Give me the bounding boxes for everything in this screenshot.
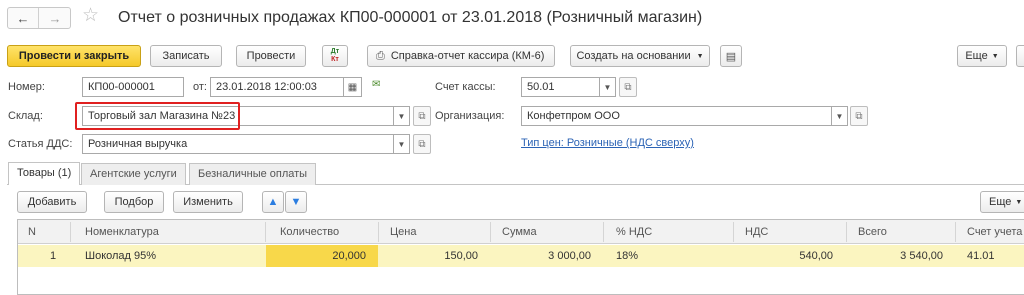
col-price-header: Цена: [390, 226, 417, 238]
printer-icon: ⎙: [376, 49, 385, 62]
chevron-down-icon[interactable]: ▼: [394, 106, 410, 126]
dt-icon-text: Дт: [330, 48, 340, 55]
row-account-cell[interactable]: 41.01: [967, 245, 995, 267]
select-items-button[interactable]: Подбор: [104, 191, 164, 213]
post-button[interactable]: Провести: [236, 45, 306, 67]
col-total-header: Всего: [858, 226, 887, 238]
col-vat-header: НДС: [745, 226, 769, 238]
table-more-button[interactable]: Еще ▼: [980, 191, 1024, 213]
warehouse-label: Склад:: [8, 110, 43, 122]
open-icon[interactable]: ⧉: [619, 77, 637, 97]
star-icon[interactable]: ☆: [82, 5, 99, 27]
structure-button[interactable]: ▤: [720, 45, 742, 67]
row-vat-rate-cell[interactable]: 18%: [616, 245, 638, 267]
cashier-report-button[interactable]: ⎙ Справка-отчет кассира (КМ-6): [367, 45, 555, 67]
create-based-on-button[interactable]: Создать на основании ▼: [570, 45, 710, 67]
cash-account-field[interactable]: 50.01: [521, 77, 600, 97]
kt-icon-text: Кт: [331, 56, 339, 63]
header-separator: [378, 222, 379, 242]
col-vat-rate-header: % НДС: [616, 226, 653, 238]
date-label: от:: [193, 81, 207, 93]
open-icon[interactable]: ⧉: [850, 106, 868, 126]
tab-agent-services[interactable]: Агентские услуги: [81, 163, 186, 185]
col-n-header: N: [28, 226, 36, 238]
table-more-label: Еще: [989, 196, 1012, 208]
cash-account-label: Счет кассы:: [435, 81, 496, 93]
row-n-cell: 1: [50, 250, 57, 262]
header-separator: [265, 222, 266, 242]
chevron-down-icon: ▼: [991, 52, 999, 60]
chevron-down-icon[interactable]: ▼: [394, 134, 410, 154]
move-down-button[interactable]: ▼: [285, 191, 307, 213]
add-row-button[interactable]: Добавить: [17, 191, 87, 213]
dt-kt-button[interactable]: Дт Кт: [322, 45, 348, 67]
calendar-icon[interactable]: ▦: [344, 77, 362, 97]
col-sum-header: Сумма: [502, 226, 537, 238]
chevron-down-icon: ▼: [696, 52, 704, 60]
back-arrow-icon[interactable]: ←: [8, 8, 39, 28]
row-total-cell[interactable]: 3 540,00: [846, 245, 943, 267]
page-title: Отчет о розничных продажах КП00-000001 о…: [118, 9, 703, 26]
col-qty-header: Количество: [280, 226, 340, 238]
header-separator: [70, 222, 71, 242]
more-actions-label: Еще: [965, 50, 988, 62]
row-qty-cell[interactable]: 20,000: [266, 245, 366, 267]
tab-noncash-payments[interactable]: Безналичные оплаты: [189, 163, 317, 185]
row-item-cell[interactable]: Шоколад 95%: [85, 245, 156, 267]
number-field[interactable]: КП00-000001: [82, 77, 184, 97]
arrow-up-icon: ▲: [267, 196, 279, 208]
row-sum-cell[interactable]: 3 000,00: [490, 245, 591, 267]
help-button[interactable]: [1016, 45, 1024, 67]
price-type-link[interactable]: Тип цен: Розничные (НДС сверху): [521, 134, 694, 152]
tab-goods[interactable]: Товары (1): [8, 162, 81, 185]
dds-label: Статья ДДС:: [8, 138, 73, 150]
post-status-icon: ✉: [372, 79, 381, 90]
change-button[interactable]: Изменить: [173, 191, 243, 213]
header-separator: [733, 222, 734, 242]
more-actions-button[interactable]: Еще ▼: [957, 45, 1007, 67]
move-up-button[interactable]: ▲: [262, 191, 284, 213]
row-price-cell[interactable]: 150,00: [378, 245, 478, 267]
col-item-header: Номенклатура: [85, 226, 159, 238]
create-based-on-label: Создать на основании: [576, 50, 691, 62]
col-account-header: Счет учета: [967, 226, 1023, 238]
row-vat-cell[interactable]: 540,00: [733, 245, 833, 267]
document-structure-icon: ▤: [725, 50, 737, 63]
organization-label: Организация:: [435, 110, 505, 122]
header-separator: [955, 222, 956, 242]
number-label: Номер:: [8, 81, 45, 93]
header-separator: [490, 222, 491, 242]
organization-field[interactable]: Конфетпром ООО: [521, 106, 832, 126]
header-separator: [846, 222, 847, 242]
save-button[interactable]: Записать: [150, 45, 222, 67]
header-separator: [603, 222, 604, 242]
chevron-down-icon: ▼: [1015, 198, 1023, 206]
chevron-down-icon[interactable]: ▼: [832, 106, 848, 126]
warehouse-highlight-frame: [75, 102, 240, 130]
open-icon[interactable]: ⧉: [413, 134, 431, 154]
date-field[interactable]: 23.01.2018 12:00:03: [210, 77, 344, 97]
chevron-down-icon[interactable]: ▼: [600, 77, 616, 97]
arrow-down-icon: ▼: [290, 196, 302, 208]
forward-arrow-icon[interactable]: →: [40, 8, 70, 28]
dds-field[interactable]: Розничная выручка: [82, 134, 394, 154]
cashier-report-label: Справка-отчет кассира (КМ-6): [390, 50, 545, 62]
post-and-close-button[interactable]: Провести и закрыть: [7, 45, 141, 67]
open-icon[interactable]: ⧉: [413, 106, 431, 126]
